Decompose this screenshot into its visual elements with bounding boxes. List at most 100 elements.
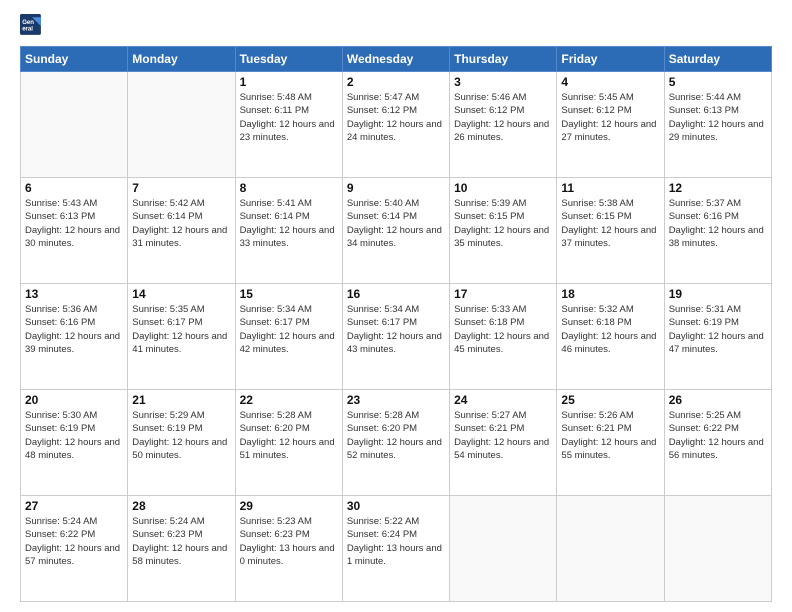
header: Gen eral [20, 16, 772, 36]
col-header-friday: Friday [557, 47, 664, 72]
calendar-cell: 13Sunrise: 5:36 AM Sunset: 6:16 PM Dayli… [21, 284, 128, 390]
calendar-week-5: 27 Sunrise: 5:24 AM Sunset: 6:22 PM Dayli… [21, 496, 772, 602]
day-info: Sunrise: 5:26 AM Sunset: 6:21 PM Dayligh… [561, 409, 659, 462]
day-info: Sunrise: 5:30 AM Sunset: 6:19 PM Dayligh… [25, 409, 123, 462]
calendar-cell: 17 Sunrise: 5:33 AM Sunset: 6:18 PM Dayli… [450, 284, 557, 390]
day-info: Sunrise: 5:28 AM Sunset: 6:20 PM Dayligh… [240, 409, 338, 462]
day-info: Sunrise: 5:41 AM Sunset: 6:14 PM Dayligh… [240, 197, 338, 250]
calendar-week-3: 13Sunrise: 5:36 AM Sunset: 6:16 PM Dayli… [21, 284, 772, 390]
day-number: 9 [347, 181, 445, 195]
day-number: 4 [561, 75, 659, 89]
day-info: Sunrise: 5:34 AM Sunset: 6:17 PM Dayligh… [240, 303, 338, 356]
svg-text:eral: eral [22, 27, 33, 33]
day-number: 15 [240, 287, 338, 301]
day-info: Sunrise: 5:45 AM Sunset: 6:12 PM Dayligh… [561, 91, 659, 144]
day-info: Sunrise: 5:29 AM Sunset: 6:19 PM Dayligh… [132, 409, 230, 462]
calendar-cell: 8 Sunrise: 5:41 AM Sunset: 6:14 PM Daylig… [235, 178, 342, 284]
day-info: Sunrise: 5:35 AM Sunset: 6:17 PM Dayligh… [132, 303, 230, 356]
col-header-thursday: Thursday [450, 47, 557, 72]
col-header-saturday: Saturday [664, 47, 771, 72]
calendar-table: SundayMondayTuesdayWednesdayThursdayFrid… [20, 46, 772, 602]
day-number: 14 [132, 287, 230, 301]
calendar-cell: 3 Sunrise: 5:46 AM Sunset: 6:12 PM Daylig… [450, 72, 557, 178]
day-info: Sunrise: 5:27 AM Sunset: 6:21 PM Dayligh… [454, 409, 552, 462]
day-info: Sunrise: 5:38 AM Sunset: 6:15 PM Dayligh… [561, 197, 659, 250]
day-info: Sunrise: 5:24 AM Sunset: 6:22 PM Dayligh… [25, 515, 123, 568]
day-number: 21 [132, 393, 230, 407]
calendar-cell: 28 Sunrise: 5:24 AM Sunset: 6:23 PM Dayli… [128, 496, 235, 602]
calendar-cell: 22Sunrise: 5:28 AM Sunset: 6:20 PM Dayli… [235, 390, 342, 496]
day-number: 2 [347, 75, 445, 89]
day-info: Sunrise: 5:33 AM Sunset: 6:18 PM Dayligh… [454, 303, 552, 356]
logo-icon: Gen eral [20, 14, 42, 36]
calendar-cell [664, 496, 771, 602]
calendar-cell: 12Sunrise: 5:37 AM Sunset: 6:16 PM Dayli… [664, 178, 771, 284]
col-header-wednesday: Wednesday [342, 47, 449, 72]
day-info: Sunrise: 5:25 AM Sunset: 6:22 PM Dayligh… [669, 409, 767, 462]
day-number: 20 [25, 393, 123, 407]
calendar-cell: 24 Sunrise: 5:27 AM Sunset: 6:21 PM Dayli… [450, 390, 557, 496]
day-number: 23 [347, 393, 445, 407]
day-number: 11 [561, 181, 659, 195]
calendar-cell [128, 72, 235, 178]
col-header-monday: Monday [128, 47, 235, 72]
calendar-cell: 20 Sunrise: 5:30 AM Sunset: 6:19 PM Dayli… [21, 390, 128, 496]
calendar-cell: 9Sunrise: 5:40 AM Sunset: 6:14 PM Daylig… [342, 178, 449, 284]
day-info: Sunrise: 5:36 AM Sunset: 6:16 PM Dayligh… [25, 303, 123, 356]
day-number: 24 [454, 393, 552, 407]
calendar-cell: 4 Sunrise: 5:45 AM Sunset: 6:12 PM Daylig… [557, 72, 664, 178]
calendar-cell: 16 Sunrise: 5:34 AM Sunset: 6:17 PM Dayli… [342, 284, 449, 390]
day-number: 29 [240, 499, 338, 513]
calendar-week-2: 6 Sunrise: 5:43 AM Sunset: 6:13 PM Daylig… [21, 178, 772, 284]
day-info: Sunrise: 5:31 AM Sunset: 6:19 PM Dayligh… [669, 303, 767, 356]
day-info: Sunrise: 5:23 AM Sunset: 6:23 PM Dayligh… [240, 515, 338, 568]
day-number: 19 [669, 287, 767, 301]
calendar-cell: 18Sunrise: 5:32 AM Sunset: 6:18 PM Dayli… [557, 284, 664, 390]
day-info: Sunrise: 5:22 AM Sunset: 6:24 PM Dayligh… [347, 515, 445, 568]
day-number: 25 [561, 393, 659, 407]
calendar-cell [557, 496, 664, 602]
day-info: Sunrise: 5:24 AM Sunset: 6:23 PM Dayligh… [132, 515, 230, 568]
svg-text:Gen: Gen [22, 20, 34, 26]
page: Gen eral SundayMondayTuesdayWednesdayThu… [0, 0, 792, 612]
day-number: 3 [454, 75, 552, 89]
col-header-sunday: Sunday [21, 47, 128, 72]
day-info: Sunrise: 5:39 AM Sunset: 6:15 PM Dayligh… [454, 197, 552, 250]
calendar-week-1: 1 Sunrise: 5:48 AM Sunset: 6:11 PM Daylig… [21, 72, 772, 178]
calendar-cell: 19 Sunrise: 5:31 AM Sunset: 6:19 PM Dayli… [664, 284, 771, 390]
day-number: 17 [454, 287, 552, 301]
day-number: 27 [25, 499, 123, 513]
calendar-cell: 25 Sunrise: 5:26 AM Sunset: 6:21 PM Dayli… [557, 390, 664, 496]
day-info: Sunrise: 5:44 AM Sunset: 6:13 PM Dayligh… [669, 91, 767, 144]
logo: Gen eral [20, 16, 44, 36]
day-number: 12 [669, 181, 767, 195]
calendar-cell: 26 Sunrise: 5:25 AM Sunset: 6:22 PM Dayli… [664, 390, 771, 496]
calendar-cell [21, 72, 128, 178]
day-number: 1 [240, 75, 338, 89]
day-number: 30 [347, 499, 445, 513]
day-number: 5 [669, 75, 767, 89]
day-number: 26 [669, 393, 767, 407]
calendar-cell: 5 Sunrise: 5:44 AM Sunset: 6:13 PM Daylig… [664, 72, 771, 178]
calendar-header-row: SundayMondayTuesdayWednesdayThursdayFrid… [21, 47, 772, 72]
calendar-cell: 7Sunrise: 5:42 AM Sunset: 6:14 PM Daylig… [128, 178, 235, 284]
day-number: 28 [132, 499, 230, 513]
day-number: 6 [25, 181, 123, 195]
day-info: Sunrise: 5:43 AM Sunset: 6:13 PM Dayligh… [25, 197, 123, 250]
day-info: Sunrise: 5:47 AM Sunset: 6:12 PM Dayligh… [347, 91, 445, 144]
day-number: 16 [347, 287, 445, 301]
day-number: 8 [240, 181, 338, 195]
day-info: Sunrise: 5:34 AM Sunset: 6:17 PM Dayligh… [347, 303, 445, 356]
calendar-cell: 21 Sunrise: 5:29 AM Sunset: 6:19 PM Dayli… [128, 390, 235, 496]
calendar-week-4: 20 Sunrise: 5:30 AM Sunset: 6:19 PM Dayli… [21, 390, 772, 496]
calendar-cell [450, 496, 557, 602]
col-header-tuesday: Tuesday [235, 47, 342, 72]
calendar-cell: 1 Sunrise: 5:48 AM Sunset: 6:11 PM Daylig… [235, 72, 342, 178]
day-info: Sunrise: 5:48 AM Sunset: 6:11 PM Dayligh… [240, 91, 338, 144]
day-info: Sunrise: 5:46 AM Sunset: 6:12 PM Dayligh… [454, 91, 552, 144]
calendar-cell: 10Sunrise: 5:39 AM Sunset: 6:15 PM Dayli… [450, 178, 557, 284]
calendar-cell: 27 Sunrise: 5:24 AM Sunset: 6:22 PM Dayli… [21, 496, 128, 602]
calendar-cell: 11 Sunrise: 5:38 AM Sunset: 6:15 PM Dayli… [557, 178, 664, 284]
calendar-cell: 15 Sunrise: 5:34 AM Sunset: 6:17 PM Dayli… [235, 284, 342, 390]
calendar-cell: 6 Sunrise: 5:43 AM Sunset: 6:13 PM Daylig… [21, 178, 128, 284]
